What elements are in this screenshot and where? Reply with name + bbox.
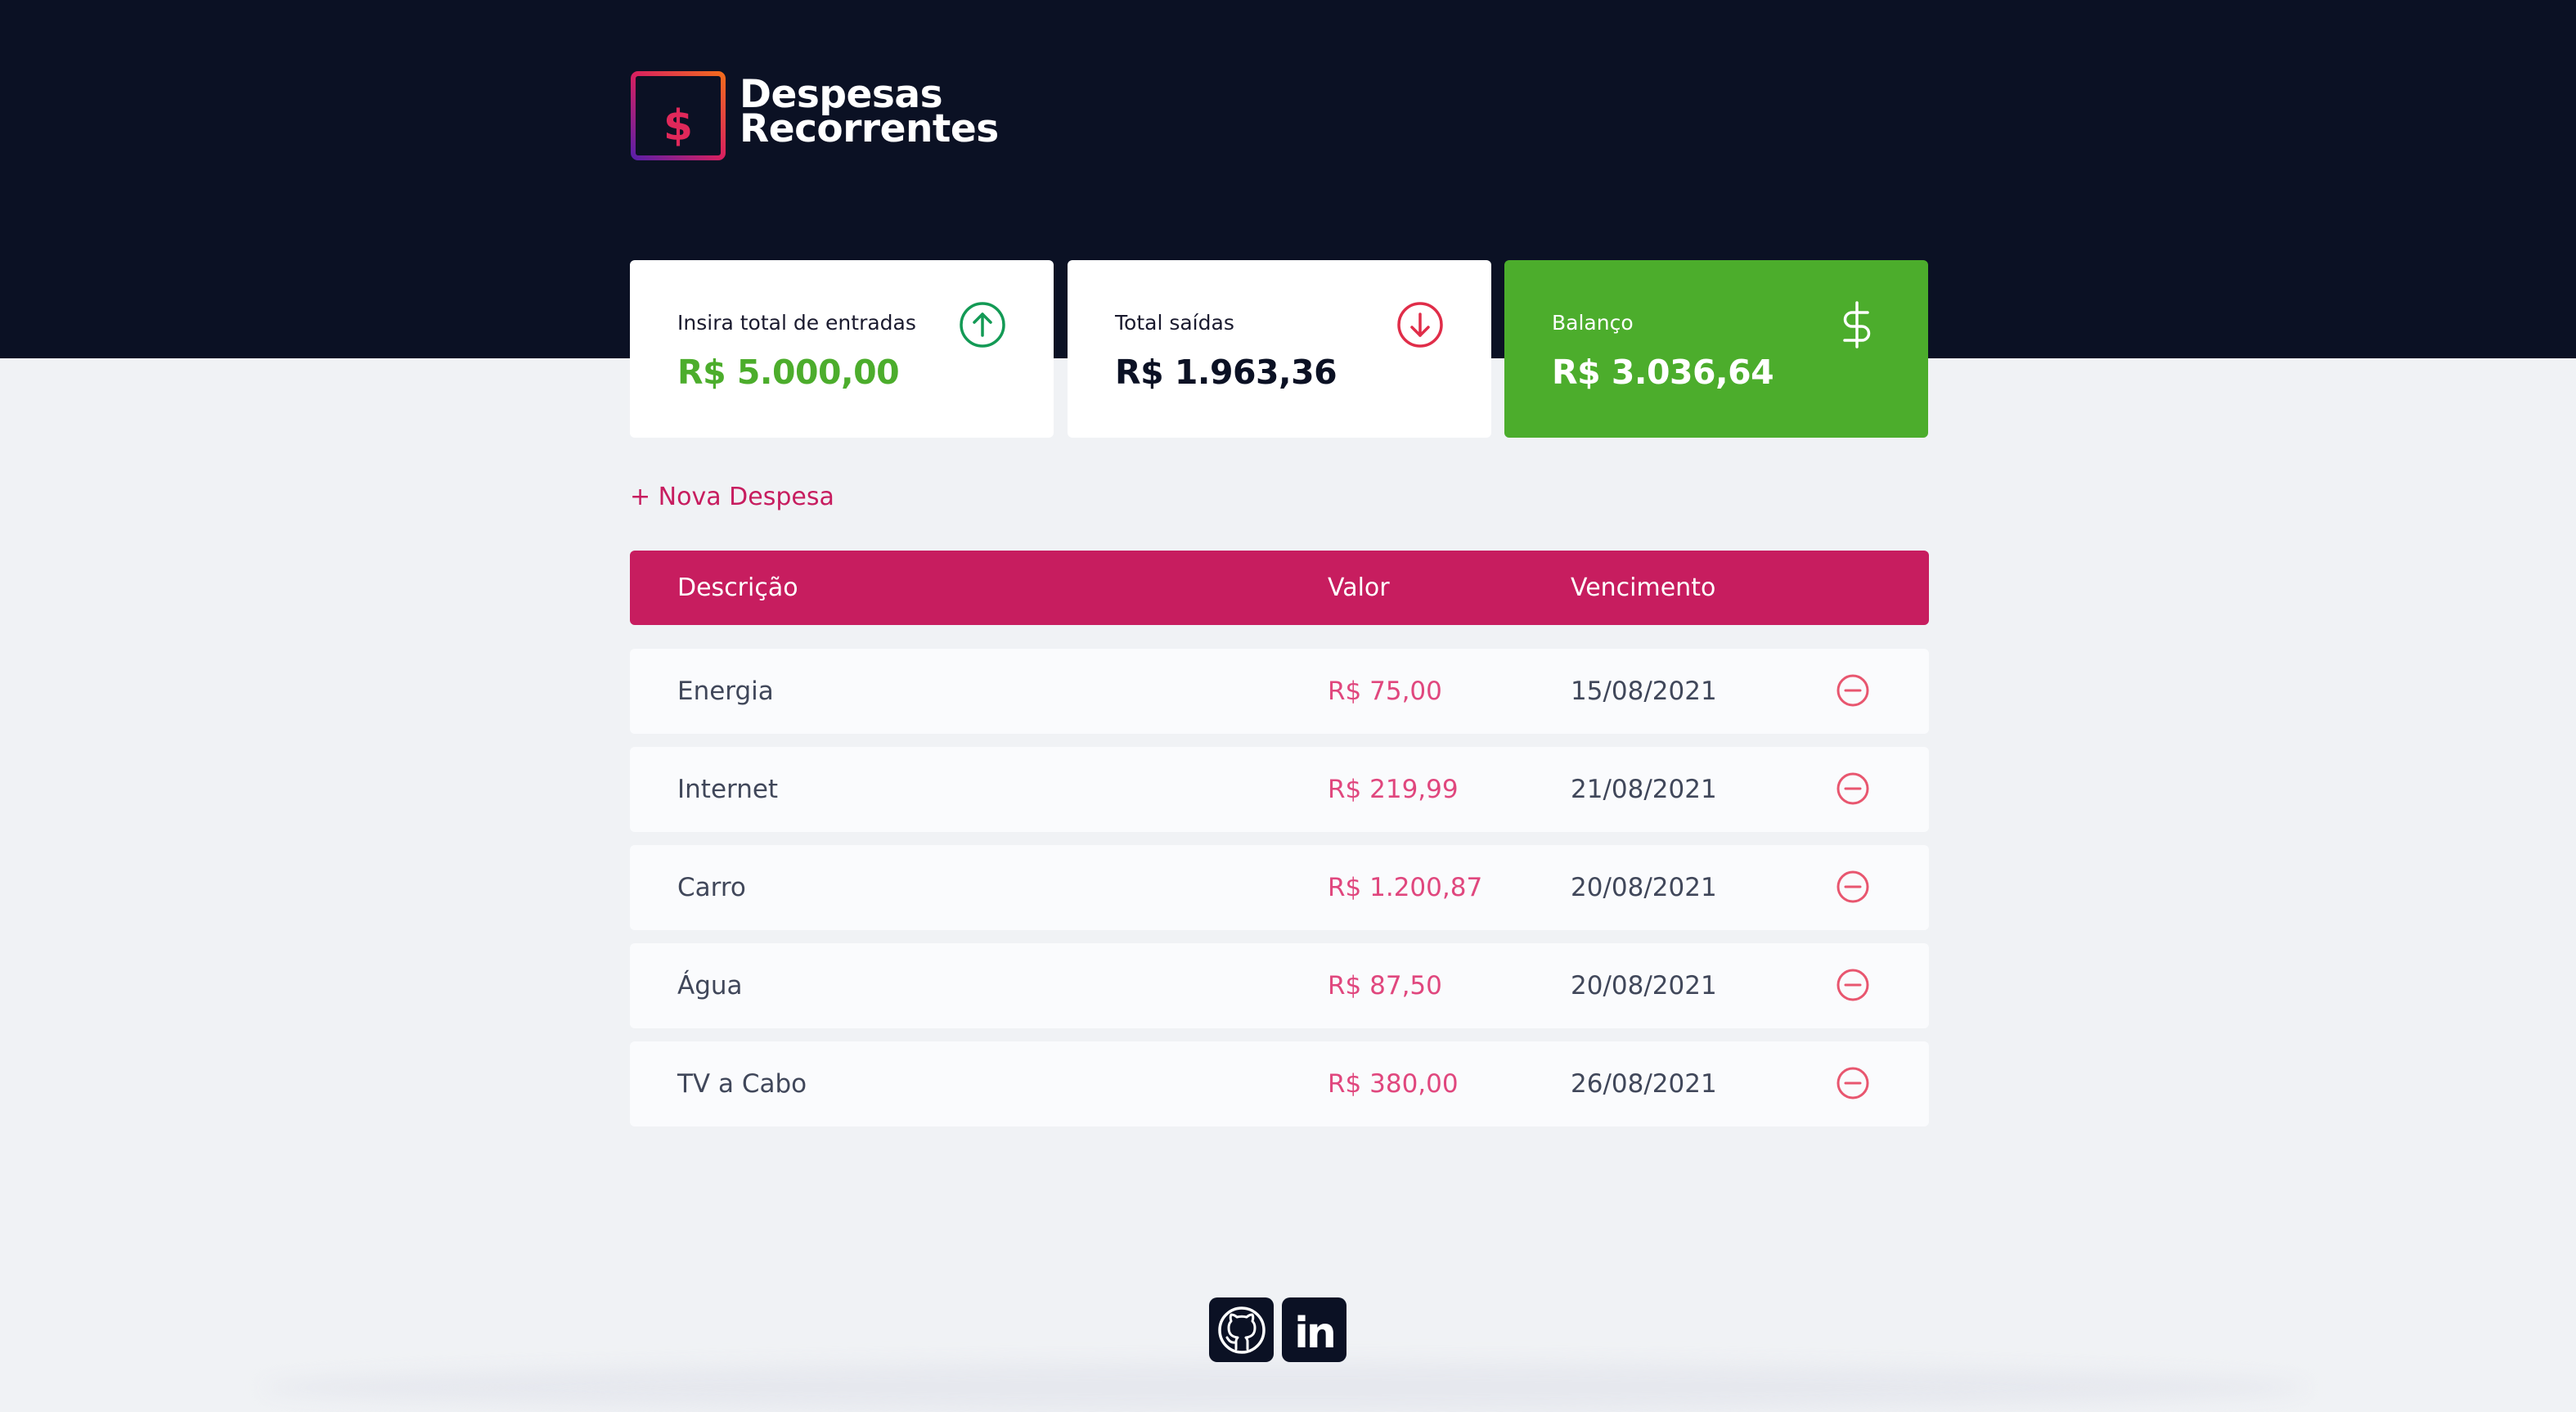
app-logo: $ Despesas Recorrentes xyxy=(630,62,999,162)
linkedin-icon: in xyxy=(1294,1308,1337,1358)
remove-icon[interactable] xyxy=(1836,673,1870,708)
remove-icon[interactable] xyxy=(1836,968,1870,1002)
header-value: Valor xyxy=(1328,573,1390,602)
linkedin-link[interactable]: in xyxy=(1282,1297,1346,1362)
row-value: R$ 75,00 xyxy=(1328,677,1442,706)
arrow-down-circle-icon xyxy=(1397,302,1443,348)
app-title: Despesas Recorrentes xyxy=(740,75,999,151)
row-due-date: 20/08/2021 xyxy=(1571,873,1717,902)
footer-shadow xyxy=(262,1363,2307,1412)
expenses-card: Total saídas R$ 1.963,36 xyxy=(1068,260,1491,438)
table-row: Energia R$ 75,00 15/08/2021 xyxy=(630,649,1929,734)
expenses-value: R$ 1.963,36 xyxy=(1115,353,1337,392)
balance-value: R$ 3.036,64 xyxy=(1552,353,1774,392)
github-link[interactable] xyxy=(1209,1297,1274,1362)
row-due-date: 26/08/2021 xyxy=(1571,1069,1717,1099)
balance-label: Balanço xyxy=(1552,311,1634,335)
summary-cards: Insira total de entradas R$ 5.000,00 Tot… xyxy=(630,260,1929,438)
row-value: R$ 87,50 xyxy=(1328,971,1442,1001)
row-value: R$ 219,99 xyxy=(1328,775,1459,804)
row-due-date: 21/08/2021 xyxy=(1571,775,1717,804)
table-row: Carro R$ 1.200,87 20/08/2021 xyxy=(630,845,1929,930)
row-description: Energia xyxy=(677,677,774,706)
expenses-label: Total saídas xyxy=(1115,311,1234,335)
expenses-table: Descrição Valor Vencimento Energia R$ 75… xyxy=(630,551,1929,1140)
header-description: Descrição xyxy=(677,573,798,602)
row-value: R$ 1.200,87 xyxy=(1328,873,1483,902)
row-description: TV a Cabo xyxy=(677,1069,807,1099)
remove-icon[interactable] xyxy=(1836,771,1870,806)
table-row: TV a Cabo R$ 380,00 26/08/2021 xyxy=(630,1041,1929,1126)
row-due-date: 20/08/2021 xyxy=(1571,971,1717,1001)
table-body: Energia R$ 75,00 15/08/2021 Internet R$ … xyxy=(630,649,1929,1126)
table-row: Internet R$ 219,99 21/08/2021 xyxy=(630,747,1929,832)
arrow-up-circle-icon xyxy=(960,302,1005,348)
balance-card: Balanço R$ 3.036,64 xyxy=(1504,260,1928,438)
table-header: Descrição Valor Vencimento xyxy=(630,551,1929,625)
row-description: Internet xyxy=(677,775,779,804)
dollar-icon xyxy=(1843,301,1871,349)
new-expense-button[interactable]: + Nova Despesa xyxy=(630,483,834,511)
row-description: Carro xyxy=(677,873,746,902)
income-card[interactable]: Insira total de entradas R$ 5.000,00 xyxy=(630,260,1054,438)
row-due-date: 15/08/2021 xyxy=(1571,677,1717,706)
calendar-dollar-icon: $ xyxy=(631,65,726,160)
income-label: Insira total de entradas xyxy=(677,311,916,335)
row-description: Água xyxy=(677,971,743,1001)
remove-icon[interactable] xyxy=(1836,870,1870,904)
table-row: Água R$ 87,50 20/08/2021 xyxy=(630,943,1929,1028)
svg-text:$: $ xyxy=(663,101,693,151)
remove-icon[interactable] xyxy=(1836,1066,1870,1100)
row-value: R$ 380,00 xyxy=(1328,1069,1459,1099)
social-links: in xyxy=(1209,1297,1346,1362)
income-value: R$ 5.000,00 xyxy=(677,353,900,392)
app-title-line2: Recorrentes xyxy=(740,106,999,151)
github-icon xyxy=(1217,1306,1266,1354)
header-due-date: Vencimento xyxy=(1571,573,1716,602)
